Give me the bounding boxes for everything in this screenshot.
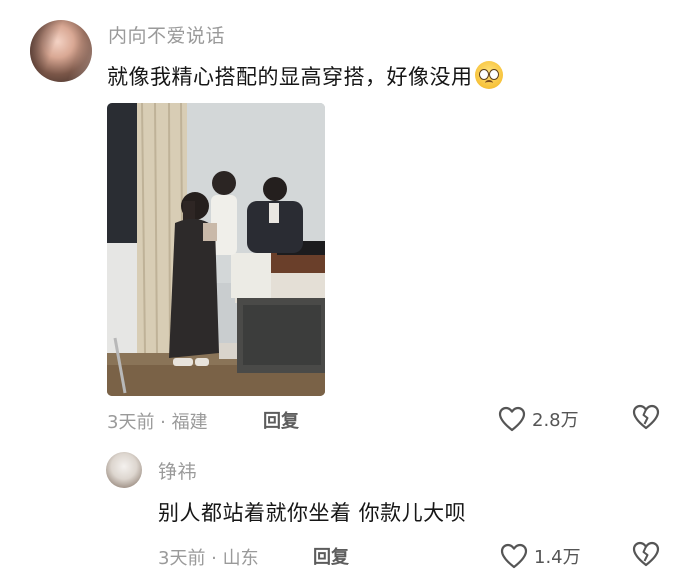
comment-dislike-button[interactable] [632,404,660,434]
comment-meta: 3天前 · 福建 [107,412,208,433]
heart-outline-icon [500,543,528,569]
comment-like-count: 2.8万 [532,410,579,431]
reply-dislike-button[interactable] [632,541,660,571]
broken-heart-icon [632,541,660,567]
reply-text: 别人都站着就你坐着 你款儿大呗 [158,501,467,525]
classroom-photo-image [107,103,325,396]
reply-meta: 3天前 · 山东 [158,548,259,569]
pleading-face-emoji-icon [474,61,503,89]
commenter-username[interactable]: 内向不爱说话 [108,21,225,48]
comment-like-button[interactable]: 2.8万 [498,404,598,434]
heart-outline-icon [498,406,526,432]
reply-like-button[interactable]: 1.4万 [500,541,600,571]
comment-reply-button[interactable]: 回复 [263,407,299,433]
comment-photo[interactable] [107,103,325,396]
reply-like-count: 1.4万 [534,547,581,568]
replier-avatar[interactable] [106,452,142,488]
comment-text: 就像我精心搭配的显高穿搭，好像没用 [107,61,503,91]
replier-username[interactable]: 铮祎 [158,457,197,484]
broken-heart-icon [632,404,660,430]
reply-reply-button[interactable]: 回复 [313,543,349,569]
comment-text-body: 就像我精心搭配的显高穿搭，好像没用 [107,65,473,89]
commenter-avatar[interactable] [30,20,92,82]
